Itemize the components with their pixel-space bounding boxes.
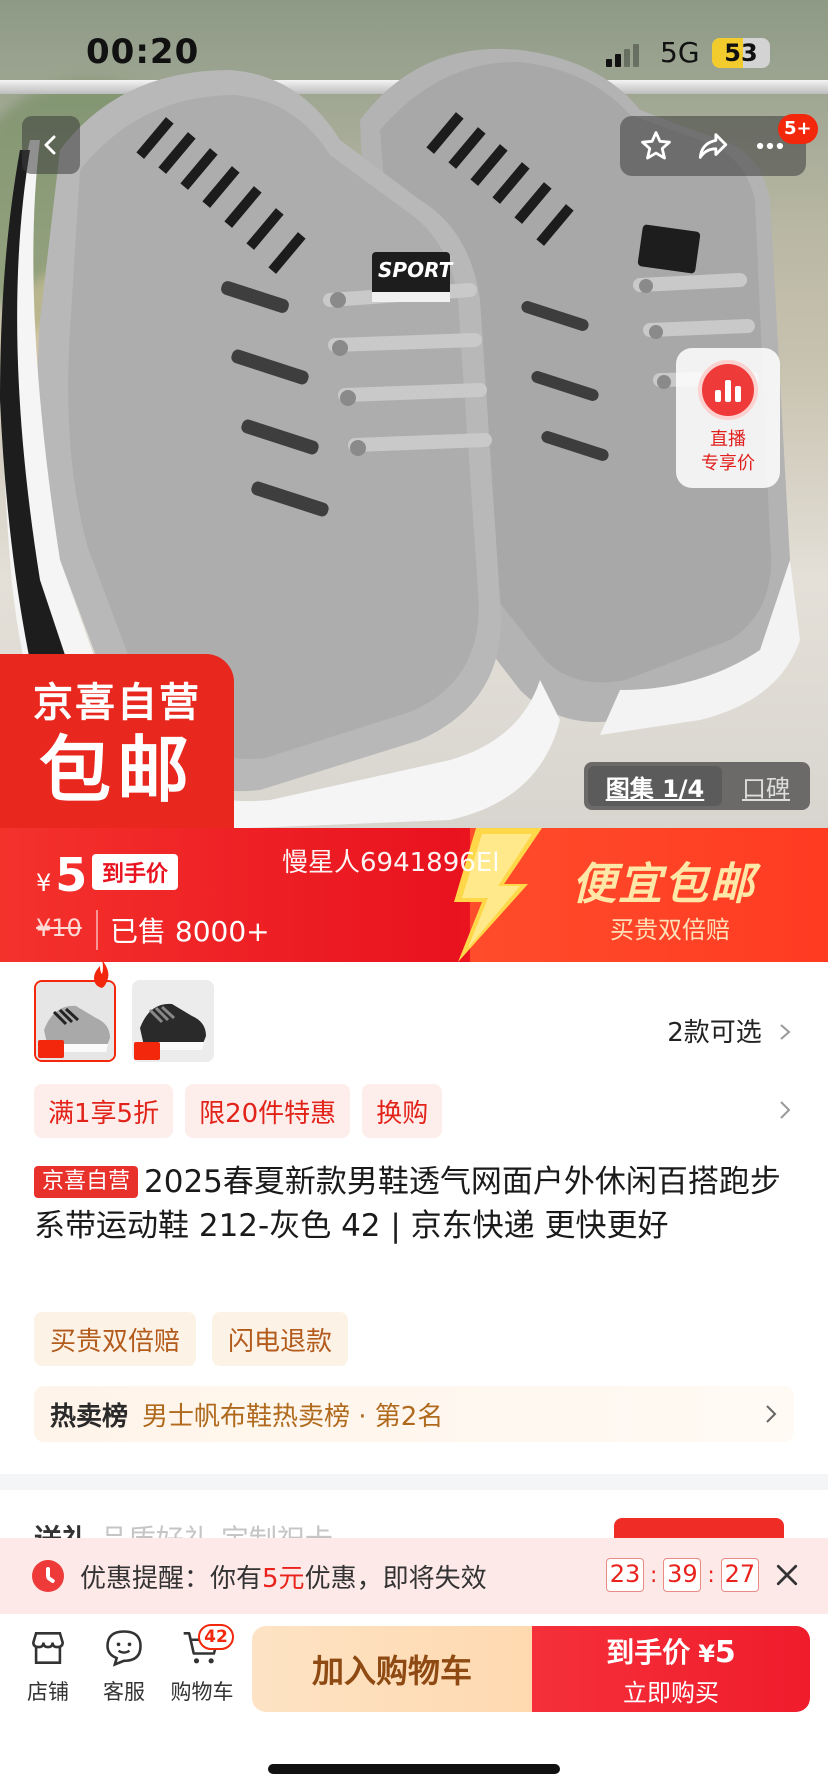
chevron-right-icon[interactable] (778, 1100, 792, 1120)
ranking-bar[interactable]: 热卖榜 男士帆布鞋热卖榜 · 第2名 (34, 1386, 794, 1442)
sold-count: 已售 8000+ (96, 910, 270, 950)
buy-now-price: 5 (714, 1634, 736, 1670)
clock-icon (32, 1560, 64, 1592)
service-tag-price-protect[interactable]: 买贵双倍赔 (34, 1312, 197, 1366)
add-to-cart-button[interactable]: 加入购物车 (252, 1626, 532, 1712)
variant-tag (134, 1042, 160, 1060)
countdown-timer: 23 : 39 : 27 (606, 1558, 759, 1592)
live-price-tag[interactable]: 直播 专享价 (676, 348, 780, 488)
live-tag-line1: 直播 (710, 429, 746, 450)
hot-flame-icon (94, 960, 109, 988)
countdown-hours: 23 (606, 1558, 644, 1592)
section-divider (0, 1474, 828, 1490)
final-price-tag: 到手价 (92, 854, 179, 890)
live-tag-line2: 专享价 (701, 453, 755, 474)
variant-count-label: 2款可选 (667, 1018, 762, 1048)
original-price: ¥10 (36, 914, 82, 942)
price-currency: ¥ (36, 869, 52, 897)
promo-corner-line1: 京喜自营 (33, 680, 201, 726)
variant-tag (38, 1040, 64, 1058)
battery-icon: 53 (712, 38, 770, 68)
current-price: ¥ 5 (36, 848, 87, 902)
nav-service[interactable]: 客服 (84, 1626, 164, 1706)
price-banner: ¥ 5 到手价 ¥10 已售 8000+ 慢星人6941896El 便宜包邮 买… (0, 828, 828, 962)
product-title-text: 2025春夏新款男鞋透气网面户外休闲百搭跑步系带运动鞋 212-灰色 42 | … (34, 1164, 781, 1244)
buy-now-currency: ¥ (698, 1639, 715, 1668)
share-button[interactable] (693, 126, 733, 166)
bottom-action-bar: 店铺 客服 购物车 42 加入购物车 到手价 ¥5 立即购买 (0, 1614, 828, 1726)
nav-cart-label: 购物车 (170, 1680, 234, 1704)
share-icon (698, 133, 728, 159)
back-button[interactable] (22, 116, 80, 174)
promo-title: 便宜包邮 (572, 859, 756, 910)
store-icon (32, 1632, 64, 1664)
variant-thumb-gray[interactable] (34, 980, 116, 1062)
reminder-text: 优惠提醒：你有5元优惠，即将失效 (80, 1558, 487, 1595)
nav-store-label: 店铺 (27, 1680, 69, 1704)
promo-corner-line2: 包邮 (38, 728, 195, 812)
promo-chips: 满1享5折 限20件特惠 换购 (34, 1084, 443, 1138)
product-image[interactable]: SPORT 00:20 5G 53 5+ 直播 专享价 京喜自营 包邮 图集 1… (0, 0, 828, 828)
service-tags: 买贵双倍赔 闪电退款 (34, 1312, 349, 1366)
status-time: 00:20 (86, 32, 200, 72)
product-detail-page: SPORT 00:20 5G 53 5+ 直播 专享价 京喜自营 包邮 图集 1… (0, 0, 828, 1792)
chat-icon (106, 1630, 142, 1667)
countdown-minutes: 39 (663, 1558, 702, 1592)
gallery-tab[interactable]: 图集 1/4 (588, 766, 722, 806)
buy-now-label: 立即购买 (623, 1678, 719, 1707)
status-bar: 00:20 5G 53 (0, 0, 828, 110)
reminder-suffix: 优惠，即将失效 (304, 1563, 487, 1594)
promo-chip-limited[interactable]: 限20件特惠 (185, 1084, 351, 1138)
product-title: 京喜自营 2025春夏新款男鞋透气网面户外休闲百搭跑步系带运动鞋 212-灰色 4… (34, 1160, 796, 1248)
live-icon (698, 360, 758, 420)
countdown-seconds: 27 (720, 1558, 759, 1592)
signal-icon (606, 44, 639, 67)
promo-chip-discount[interactable]: 满1享5折 (34, 1084, 174, 1138)
message-count-badge: 5+ (778, 114, 818, 144)
star-icon (641, 131, 672, 160)
reminder-prefix: 优惠提醒：你有 (80, 1563, 263, 1594)
tongue-label: SPORT (378, 258, 453, 282)
buy-now-price-label: 到手价 (606, 1635, 691, 1669)
service-tag-fast-refund[interactable]: 闪电退款 (212, 1312, 349, 1366)
home-indicator[interactable] (268, 1764, 560, 1774)
buy-now-price-line: 到手价 ¥5 (606, 1631, 736, 1671)
network-type: 5G (660, 36, 700, 69)
reminder-amount: 5元 (262, 1563, 305, 1594)
promo-chip-exchange[interactable]: 换购 (362, 1084, 443, 1138)
variant-thumb-black[interactable] (132, 980, 214, 1062)
buy-now-button[interactable]: 到手价 ¥5 立即购买 (532, 1626, 810, 1712)
nav-store[interactable]: 店铺 (8, 1626, 88, 1706)
promo-subtitle: 买贵双倍赔 (610, 916, 730, 944)
coupon-reminder: 优惠提醒：你有5元优惠，即将失效 23 : 39 : 27 (0, 1538, 828, 1614)
chevron-right-icon (766, 1405, 777, 1423)
variant-count-link[interactable]: 2款可选 (667, 1012, 792, 1049)
price-value: 5 (55, 848, 88, 902)
gallery-switch: 图集 1/4 口碑 (584, 762, 810, 810)
battery-level: 53 (724, 39, 758, 67)
nav-service-label: 客服 (103, 1680, 145, 1704)
cart-count-badge: 42 (198, 1624, 234, 1650)
favorite-button[interactable] (636, 126, 676, 166)
ranking-label: 热卖榜 (50, 1401, 129, 1432)
promo-corner-badge: 京喜自营 包邮 (0, 654, 234, 828)
ranking-value: 男士帆布鞋热卖榜 · 第2名 (142, 1401, 444, 1432)
reviews-tab[interactable]: 口碑 (722, 769, 810, 804)
watermark-text: 慢星人6941896El (282, 848, 500, 878)
chevron-left-icon (44, 135, 56, 155)
chevron-right-icon (780, 1024, 791, 1040)
store-tag: 京喜自营 (34, 1166, 139, 1198)
close-icon[interactable] (772, 1560, 802, 1590)
